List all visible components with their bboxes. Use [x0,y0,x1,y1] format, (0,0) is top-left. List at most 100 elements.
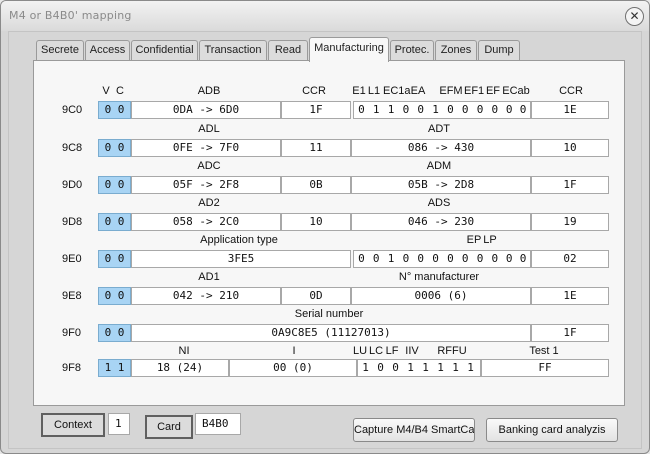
ccr-field-9d0[interactable]: 0B [281,176,351,194]
mid-field-9e8[interactable]: 0D [281,287,351,305]
tab-access[interactable]: Access [85,40,130,60]
last-field-9e8[interactable]: 1E [531,287,609,305]
flag-bits-9e0[interactable]: 0 0 1 0 0 0 0 0 0 0 0 0 [353,250,531,268]
header-e1: E1 [352,85,366,97]
bit-efm-2: 0 [461,103,469,116]
header-test1: Test 1 [529,345,559,357]
vc-bits-9e0[interactable]: 0 0 [98,250,131,268]
card-value[interactable]: B4B0 [195,413,241,435]
bit: 0 [519,252,527,265]
mapping-window: M4 or B4B0' mapping ✕ Secrete Access Con… [0,0,650,454]
header-serial-number: Serial number [294,308,364,320]
serial-number-field[interactable]: 0A9C8E5 (11127013) [131,324,531,342]
tab-dump[interactable]: Dump [478,40,520,60]
vc-bits-9f0[interactable]: 0 0 [98,324,131,342]
bit-rffu-1: 1 [422,361,429,374]
header-ef: EF [485,85,501,97]
ccr2-field-9d0[interactable]: 1F [531,176,609,194]
ccr-field-9c0[interactable]: 1F [281,101,351,119]
row-address-9f8: 9F8 [62,362,81,374]
bit-efm-1: 0 [447,103,454,116]
flag-bits-9f8[interactable]: 1 0 0 1 1 1 1 1 [357,359,481,377]
bit-ef1: 0 [476,103,484,116]
bit-ef: 0 [491,103,499,116]
bit-e1: 0 [358,103,365,116]
ads-field[interactable]: 046 -> 230 [351,213,531,231]
application-type-field[interactable]: 3FE5 [131,250,351,268]
last-field-9e0[interactable]: 02 [531,250,609,268]
header-ef1: EF1 [464,85,485,97]
bit-rffu-3: 1 [452,361,459,374]
capture-smartcard-button[interactable]: Capture M4/B4 SmartCard [353,418,475,442]
ad2-field[interactable]: 058 -> 2C0 [131,213,281,231]
header-iiv: IIV [405,345,419,357]
context-button[interactable]: Context [41,413,105,437]
bit: 0 [372,252,380,265]
vc-bits-9d8[interactable]: 0 0 [98,213,131,231]
row-address-9e0: 9E0 [62,253,82,265]
header-lf: LF [385,345,399,357]
header-rffu: RFFU [437,345,467,357]
header-ea: EA [410,85,426,97]
adc-field[interactable]: 05F -> 2F8 [131,176,281,194]
tab-confidential[interactable]: Confidential [131,40,198,60]
close-button[interactable]: ✕ [625,7,644,26]
bit: 0 [461,252,469,265]
header-adc: ADC [197,160,221,172]
adl-field[interactable]: 0FE -> 7F0 [131,139,281,157]
header-ccr2: CCR [559,85,583,97]
window-title: M4 or B4B0' mapping [9,9,132,22]
vc-bits-9c8[interactable]: 0 0 [98,139,131,157]
ccr2-field-9d8[interactable]: 19 [531,213,609,231]
header-adl: ADL [198,123,220,135]
context-value[interactable]: 1 [108,413,130,435]
vc-bits-9f8[interactable]: 1 1 [98,359,131,377]
ccr-field-9d8[interactable]: 10 [281,213,351,231]
ni-field[interactable]: 18 (24) [131,359,229,377]
bit: 0 [402,252,410,265]
tab-secrete[interactable]: Secrete [36,40,84,60]
bit-lu: 1 [362,361,369,374]
tab-zones[interactable]: Zones [435,40,477,60]
last-field-9f0[interactable]: 1F [531,324,609,342]
title-bar: M4 or B4B0' mapping ✕ [1,1,649,31]
card-button[interactable]: Card [145,415,193,439]
header-adb: ADB [197,85,221,97]
vc-bits-9e8[interactable]: 0 0 [98,287,131,305]
test1-field[interactable]: FF [481,359,609,377]
tab-transaction[interactable]: Transaction [199,40,267,60]
header-ec1a: EC1a [383,85,411,97]
vc-bits-9d0[interactable]: 0 0 [98,176,131,194]
ccr-field-9c8[interactable]: 11 [281,139,351,157]
i-field[interactable]: 00 (0) [229,359,357,377]
adb-field[interactable]: 0DA -> 6D0 [131,101,281,119]
bit-lp: 0 [491,252,499,265]
bit-ec1a-2: 0 [402,103,410,116]
adt-field[interactable]: 086 -> 430 [351,139,531,157]
adm-field[interactable]: 05B -> 2D8 [351,176,531,194]
header-ccr: CCR [302,85,326,97]
bit-rffu-4: 1 [467,361,474,374]
bit-ec1a-1: 1 [387,103,395,116]
bit: 0 [358,252,365,265]
header-l1: L1 [367,85,381,97]
header-lc: LC [368,345,384,357]
header-ecab: ECab [502,85,530,97]
vc-bits-9c0[interactable]: 0 0 [98,101,131,119]
ccr2-field-9c0[interactable]: 1E [531,101,609,119]
header-lp: LP [483,234,497,246]
bit: 0 [417,252,425,265]
manufacturer-number-field[interactable]: 0006 (6) [351,287,531,305]
tab-manufacturing[interactable]: Manufacturing [309,37,389,62]
bit-ep: 0 [476,252,484,265]
bit: 0 [505,252,513,265]
bit-ecab-2: 0 [519,103,527,116]
tab-protec[interactable]: Protec. [390,40,434,60]
ad1-field[interactable]: 042 -> 210 [131,287,281,305]
banking-card-analysis-button[interactable]: Banking card analyzis [486,418,618,442]
flag-bits-9c0[interactable]: 0 1 1 0 0 1 0 0 0 0 0 0 [353,101,531,119]
row-address-9d8: 9D8 [62,216,83,228]
row-address-9f0: 9F0 [62,327,81,339]
tab-read[interactable]: Read [268,40,308,60]
ccr2-field-9c8[interactable]: 10 [531,139,609,157]
